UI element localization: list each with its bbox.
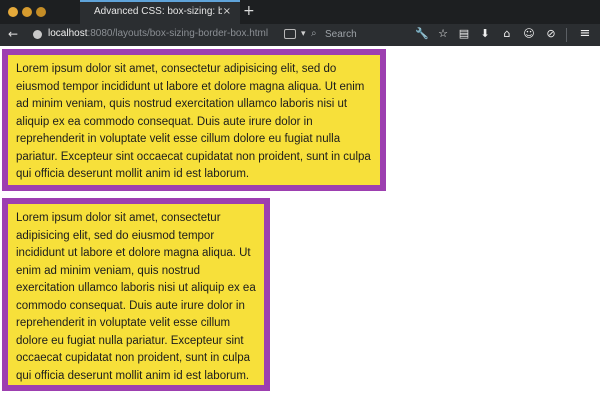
close-window-button[interactable] [8, 7, 18, 17]
page-content: Lorem ipsum dolor sit amet, consectetur … [0, 46, 600, 420]
url-host: localhost [48, 28, 88, 39]
minimize-window-button[interactable] [22, 7, 32, 17]
wrench-icon[interactable]: 🔧 [415, 27, 429, 41]
address-bar[interactable]: localhost:8080/layouts/box-sizing-border… [28, 26, 306, 44]
site-identity-icon[interactable] [33, 30, 42, 39]
block-icon[interactable]: ⊘ [544, 27, 558, 41]
content-box-narrow: Lorem ipsum dolor sit amet, consectetur … [2, 198, 270, 391]
tab-bar: Advanced CSS: box-sizing: bor... × + [0, 0, 600, 24]
smiley-icon[interactable]: ☺ [522, 27, 536, 41]
search-placeholder: Search [325, 29, 357, 40]
back-button[interactable]: ← [8, 27, 18, 41]
url-path: :8080/layouts/box-sizing-border-box.html [87, 28, 268, 39]
url-text: localhost:8080/layouts/box-sizing-border… [48, 28, 268, 39]
navigation-bar: ← localhost:8080/layouts/box-sizing-bord… [0, 24, 600, 46]
tab-title: Advanced CSS: box-sizing: bor... [94, 6, 222, 17]
star-icon[interactable]: ☆ [436, 27, 450, 41]
new-tab-button[interactable]: + [243, 3, 255, 19]
tab-active[interactable]: Advanced CSS: box-sizing: bor... × [80, 0, 240, 24]
reader-view-icon[interactable] [284, 29, 296, 39]
search-icon: ⌕ [311, 28, 317, 39]
close-icon[interactable]: × [223, 6, 231, 17]
browser-window: Advanced CSS: box-sizing: bor... × + ← l… [0, 0, 600, 420]
download-icon[interactable]: ⬇ [478, 27, 492, 41]
toolbar-separator [566, 28, 567, 42]
search-bar[interactable]: ⌕ Search [305, 26, 410, 44]
maximize-window-button[interactable] [36, 7, 46, 17]
menu-icon[interactable]: ≡ [578, 27, 592, 41]
home-icon[interactable]: ⌂ [500, 27, 514, 41]
clipboard-icon[interactable]: ▤ [457, 27, 471, 41]
content-box-wide: Lorem ipsum dolor sit amet, consectetur … [2, 49, 386, 191]
